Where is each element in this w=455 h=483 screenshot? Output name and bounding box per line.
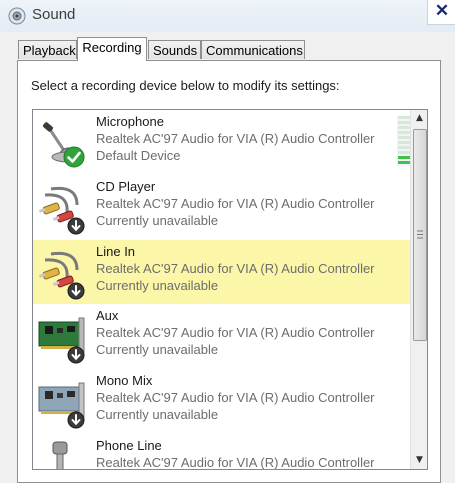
scrollbar-thumb[interactable] [413, 129, 427, 341]
close-icon: ✕ [434, 1, 450, 20]
close-button[interactable]: ✕ [427, 0, 455, 25]
device-name: Mono Mix [96, 373, 153, 388]
default-check-icon [63, 146, 85, 168]
tab-sounds[interactable]: Sounds [148, 40, 201, 59]
unavailable-arrow-icon [67, 411, 85, 429]
unavailable-arrow-icon [67, 217, 85, 235]
device-row-aux[interactable]: Aux Realtek AC'97 Audio for VIA (R) Audi… [33, 304, 427, 369]
tab-label: Communications [206, 43, 303, 58]
device-row-phone-line[interactable]: Phone Line Realtek AC'97 Audio for VIA (… [33, 434, 427, 470]
device-description: Realtek AC'97 Audio for VIA (R) Audio Co… [96, 390, 375, 405]
tab-label: Playback [23, 43, 76, 58]
device-status: Currently unavailable [96, 213, 219, 228]
scroll-up-arrow-icon[interactable]: ▲ [411, 110, 427, 127]
device-row-cd-player[interactable]: CD Player Realtek AC'97 Audio for VIA (R… [33, 175, 427, 240]
tab-label: Recording [82, 40, 142, 55]
tab-recording[interactable]: Recording [77, 37, 147, 61]
unavailable-arrow-icon [67, 282, 85, 300]
window-title: Sound [32, 6, 76, 23]
device-name: Line In [96, 244, 136, 259]
scroll-down-arrow-icon[interactable]: ▼ [411, 452, 427, 469]
device-description: Realtek AC'97 Audio for VIA (R) Audio Co… [96, 131, 375, 146]
recording-panel: Select a recording device below to modif… [17, 60, 441, 483]
device-row-microphone[interactable]: Microphone Realtek AC'97 Audio for VIA (… [33, 110, 427, 175]
grip-icon [417, 230, 423, 239]
speaker-icon [8, 7, 26, 25]
device-status: Currently unavailable [96, 278, 219, 293]
device-status: Currently unavailable [96, 342, 219, 357]
device-name: CD Player [96, 179, 156, 194]
sound-dialog: Playback Recording Sounds Communications… [0, 32, 455, 483]
tab-label: Sounds [153, 43, 198, 58]
device-status: Default Device [96, 148, 181, 163]
instructions-text: Select a recording device below to modif… [31, 78, 340, 93]
device-name: Phone Line [96, 438, 162, 453]
device-description: Realtek AC'97 Audio for VIA (R) Audio Co… [96, 455, 375, 470]
tab-playback[interactable]: Playback [18, 40, 77, 59]
device-status: Currently unavailable [96, 407, 219, 422]
unavailable-arrow-icon [67, 346, 85, 364]
vertical-scrollbar[interactable]: ▲ ▼ [410, 110, 427, 469]
device-description: Realtek AC'97 Audio for VIA (R) Audio Co… [96, 261, 375, 276]
title-bar: Sound ✕ [0, 0, 455, 32]
device-name: Microphone [96, 114, 164, 129]
device-name: Aux [96, 308, 119, 323]
device-row-mono-mix[interactable]: Mono Mix Realtek AC'97 Audio for VIA (R)… [33, 369, 427, 434]
device-description: Realtek AC'97 Audio for VIA (R) Audio Co… [96, 196, 375, 211]
device-description: Realtek AC'97 Audio for VIA (R) Audio Co… [96, 325, 375, 340]
device-row-line-in[interactable]: Line In Realtek AC'97 Audio for VIA (R) … [33, 240, 427, 304]
tab-communications[interactable]: Communications [201, 40, 305, 59]
device-list: Microphone Realtek AC'97 Audio for VIA (… [32, 109, 428, 470]
phone-jack-icon [52, 441, 68, 469]
